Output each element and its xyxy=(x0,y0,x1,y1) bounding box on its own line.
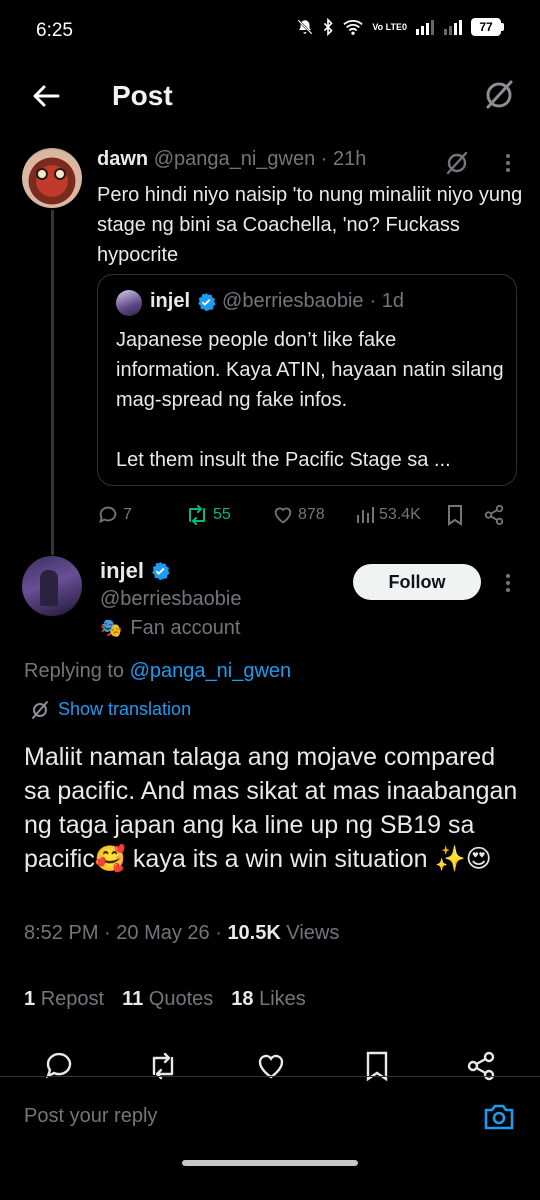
follow-button[interactable]: Follow xyxy=(353,564,481,600)
avatar xyxy=(116,290,142,316)
likes-stat[interactable]: 18 Likes xyxy=(231,988,306,1011)
page-title: Post xyxy=(112,80,173,111)
more-icon[interactable] xyxy=(498,570,518,596)
post-time: · 1d xyxy=(369,290,404,312)
replying-prefix: Replying to xyxy=(24,660,130,682)
quoted-post-paragraph: Let them insult the Pacific Stage sa ... xyxy=(116,449,451,471)
quoted-post-header: injel @berriesbaobie · 1d xyxy=(150,290,404,313)
verified-badge-icon xyxy=(198,292,216,311)
quotes-count: 11 xyxy=(122,988,144,1010)
theater-mask-icon: 🎭 xyxy=(100,618,123,638)
grok-icon[interactable] xyxy=(444,150,470,176)
bluetooth-icon xyxy=(324,18,334,36)
quotes-stat[interactable]: 11 Quotes xyxy=(122,988,213,1011)
status-bar: 6:25 Vo LTE0 77 xyxy=(0,0,540,64)
reply-button[interactable]: 7 xyxy=(97,504,132,526)
quoted-post-paragraph: Japanese people don’t like fake informat… xyxy=(116,329,504,411)
author-name: injel xyxy=(150,290,191,312)
post-time: 8:52 PM xyxy=(24,922,99,944)
verified-badge-icon xyxy=(152,561,170,581)
avatar[interactable] xyxy=(22,148,82,208)
reply-tweet-header: dawn @panga_ni_gwen · 21h xyxy=(97,148,366,171)
like-icon xyxy=(274,507,292,524)
show-translation-button[interactable]: Show translation xyxy=(30,699,191,720)
replying-to-link[interactable]: @panga_ni_gwen xyxy=(130,660,292,682)
reposts-label: Repost xyxy=(40,988,105,1010)
quoted-post-text: Japanese people don’t like fake informat… xyxy=(116,325,506,475)
battery-level: 77 xyxy=(471,18,501,36)
avatar[interactable] xyxy=(22,556,82,616)
author-name[interactable]: injel xyxy=(100,558,144,584)
share-button[interactable] xyxy=(483,504,505,526)
quotes-label: Quotes xyxy=(148,988,214,1010)
repost-button[interactable]: 55 xyxy=(185,504,231,526)
views-icon xyxy=(357,507,374,523)
camera-icon[interactable] xyxy=(482,1101,516,1133)
like-count: 878 xyxy=(298,506,325,523)
views-label: Views xyxy=(286,922,340,944)
post-stats: 1 Repost 11 Quotes 18 Likes xyxy=(24,988,306,1011)
show-translation-label: Show translation xyxy=(58,699,192,719)
fan-account-label: 🎭 Fan account xyxy=(100,617,241,640)
reposts-count: 1 xyxy=(24,988,36,1010)
reply-input[interactable] xyxy=(24,1105,444,1128)
share-icon xyxy=(484,504,504,526)
signal-icon xyxy=(416,20,434,35)
views-count: 10.5K xyxy=(227,922,281,944)
grok-icon[interactable] xyxy=(482,78,516,112)
header: Post xyxy=(0,66,540,128)
status-time: 6:25 xyxy=(36,20,73,41)
post-meta: 8:52 PM · 20 May 26 · 10.5K Views xyxy=(24,922,340,944)
replying-to: Replying to @panga_ni_gwen xyxy=(24,660,291,683)
thread-line xyxy=(51,210,54,555)
reply-count: 7 xyxy=(123,506,132,523)
wifi-icon xyxy=(343,20,363,35)
bookmark-button[interactable] xyxy=(445,504,465,526)
views-count: 53.4K xyxy=(379,506,421,523)
author-handle: @berriesbaobie xyxy=(222,290,364,312)
battery-icon: 77 xyxy=(471,18,504,36)
author-handle[interactable]: @panga_ni_gwen xyxy=(154,148,316,170)
post-text: Maliit naman talaga ang mojave compared … xyxy=(24,743,518,873)
author-name[interactable]: dawn xyxy=(97,148,148,170)
post-date: 20 May 26 xyxy=(116,922,210,944)
author-name-row[interactable]: injel xyxy=(100,558,170,584)
signal-2-icon xyxy=(444,20,462,35)
home-indicator[interactable] xyxy=(182,1160,358,1166)
more-icon[interactable] xyxy=(498,150,518,176)
volte-label: Vo LTE0 xyxy=(372,21,407,32)
likes-label: Likes xyxy=(259,988,306,1010)
post-time: · 21h xyxy=(320,148,367,170)
views-button[interactable]: 53.4K xyxy=(355,505,421,525)
bookmark-icon xyxy=(448,505,462,526)
post-text: Pero hindi niyo naisip 'to nung minaliit… xyxy=(97,184,523,266)
reposts-stat[interactable]: 1 Repost xyxy=(24,988,104,1011)
likes-count: 18 xyxy=(231,988,254,1010)
reply-bar xyxy=(0,1077,540,1157)
mute-bell-icon xyxy=(297,19,313,35)
translate-icon xyxy=(32,700,48,719)
status-icons: Vo LTE0 77 xyxy=(296,18,504,36)
fan-account-text: Fan account xyxy=(130,617,241,639)
author-handle[interactable]: @berriesbaobie xyxy=(100,588,242,611)
reply-icon xyxy=(99,506,117,524)
repost-icon xyxy=(189,505,205,525)
repost-count: 55 xyxy=(213,506,231,523)
back-arrow-icon[interactable] xyxy=(30,80,62,112)
like-button[interactable]: 878 xyxy=(272,504,325,526)
post-actions: 7 55 878 53.4K xyxy=(97,500,517,530)
